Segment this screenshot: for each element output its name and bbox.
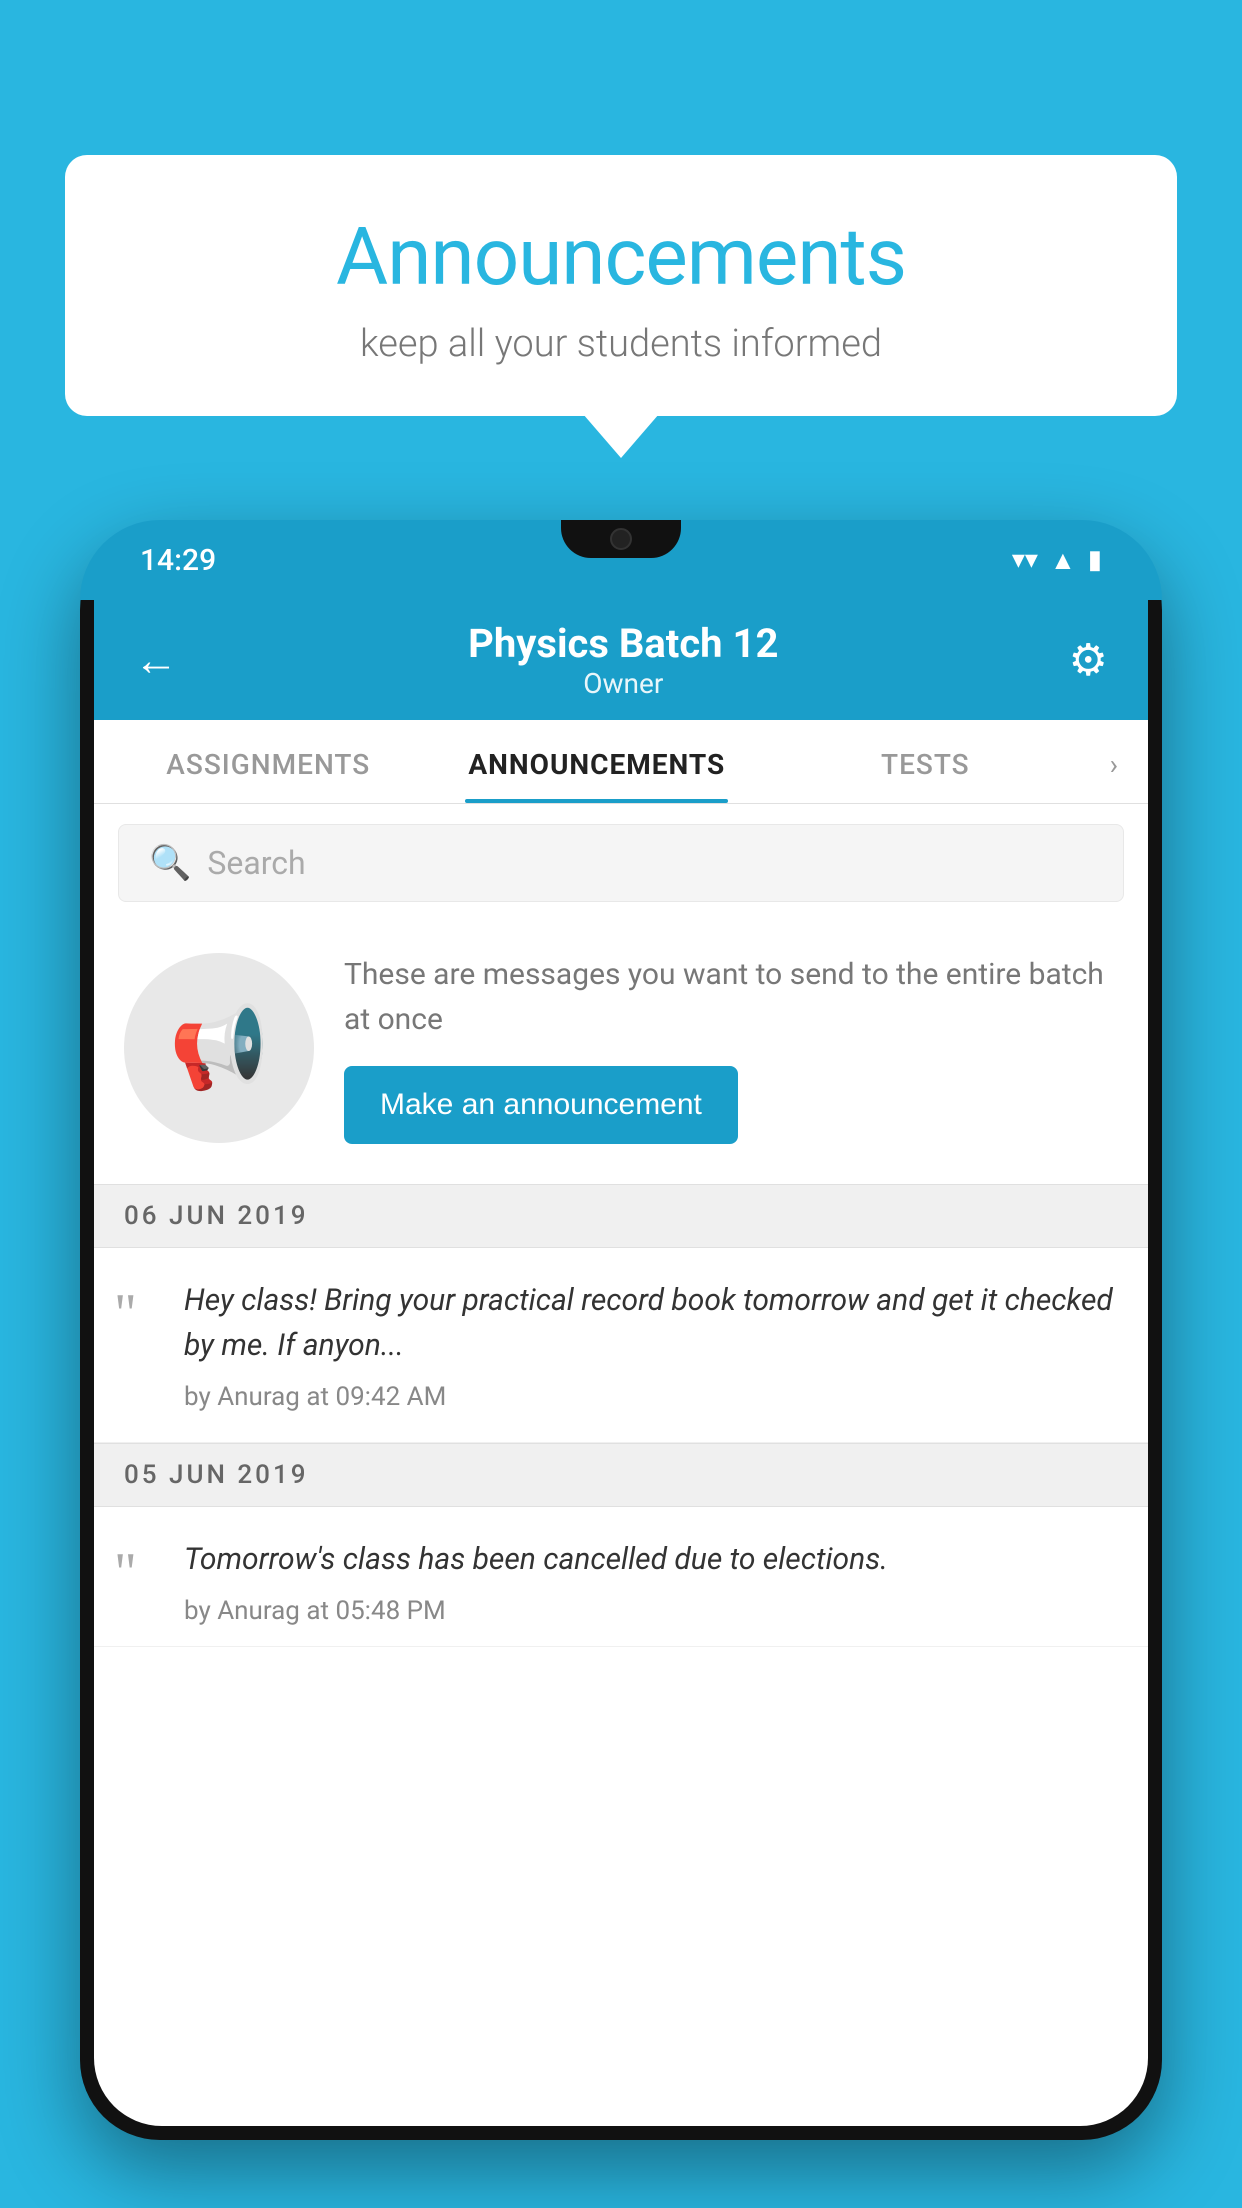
- announcement-promo: 📢 These are messages you want to send to…: [94, 922, 1148, 1184]
- search-icon: 🔍: [149, 843, 191, 883]
- date-separator-2: 05 JUN 2019: [94, 1443, 1148, 1507]
- search-bar[interactable]: 🔍 Search: [118, 824, 1124, 902]
- search-container: 🔍 Search: [94, 804, 1148, 922]
- status-time: 14:29: [140, 543, 216, 578]
- announcement-by-2: by Anurag at 05:48 PM: [184, 1596, 888, 1626]
- promo-icon-circle: 📢: [124, 953, 314, 1143]
- search-placeholder: Search: [207, 844, 305, 882]
- phone-notch: [561, 520, 681, 558]
- phone-container: 14:29 ▾▾ ▲ ▮ ← Physics Batch 12 Owner ⚙: [80, 520, 1162, 2208]
- quote-icon-2: ": [114, 1545, 164, 1626]
- speech-bubble-container: Announcements keep all your students inf…: [65, 155, 1177, 416]
- wifi-icon: ▾▾: [1012, 545, 1038, 575]
- speech-bubble-subtitle: keep all your students informed: [125, 322, 1117, 366]
- back-button[interactable]: ←: [134, 634, 178, 686]
- tab-announcements[interactable]: ANNOUNCEMENTS: [433, 720, 762, 803]
- header-title-area: Physics Batch 12 Owner: [468, 620, 778, 700]
- battery-icon: ▮: [1088, 545, 1102, 575]
- notch-camera: [610, 528, 632, 550]
- announcement-content-2: Tomorrow's class has been cancelled due …: [184, 1537, 888, 1626]
- tab-more[interactable]: ›: [1090, 720, 1138, 803]
- tabs-bar: ASSIGNMENTS ANNOUNCEMENTS TESTS ›: [94, 720, 1148, 804]
- announcement-item-1: " Hey class! Bring your practical record…: [94, 1248, 1148, 1443]
- announcement-icon: 📢: [169, 1001, 269, 1095]
- status-icons: ▾▾ ▲ ▮: [1012, 545, 1102, 576]
- header-subtitle: Owner: [468, 667, 778, 700]
- speech-bubble: Announcements keep all your students inf…: [65, 155, 1177, 416]
- tab-assignments[interactable]: ASSIGNMENTS: [104, 720, 433, 803]
- promo-content: These are messages you want to send to t…: [344, 952, 1118, 1144]
- tab-tests[interactable]: TESTS: [761, 720, 1090, 803]
- announcement-item-2: " Tomorrow's class has been cancelled du…: [94, 1507, 1148, 1647]
- quote-icon-1: ": [114, 1286, 164, 1412]
- announcement-text-1: Hey class! Bring your practical record b…: [184, 1278, 1118, 1368]
- settings-icon[interactable]: ⚙: [1069, 634, 1108, 686]
- signal-icon: ▲: [1050, 545, 1076, 576]
- announcement-by-1: by Anurag at 09:42 AM: [184, 1382, 1118, 1412]
- app-screen: ← Physics Batch 12 Owner ⚙ ASSIGNMENTS A…: [94, 600, 1148, 2126]
- promo-text: These are messages you want to send to t…: [344, 952, 1118, 1042]
- date-separator-1: 06 JUN 2019: [94, 1184, 1148, 1248]
- app-header: ← Physics Batch 12 Owner ⚙: [94, 600, 1148, 720]
- announcement-text-2: Tomorrow's class has been cancelled due …: [184, 1537, 888, 1582]
- phone: 14:29 ▾▾ ▲ ▮ ← Physics Batch 12 Owner ⚙: [80, 520, 1162, 2140]
- make-announcement-button[interactable]: Make an announcement: [344, 1066, 738, 1144]
- speech-bubble-title: Announcements: [125, 210, 1117, 304]
- header-title: Physics Batch 12: [468, 620, 778, 667]
- status-bar: 14:29 ▾▾ ▲ ▮: [80, 520, 1162, 600]
- announcement-content-1: Hey class! Bring your practical record b…: [184, 1278, 1118, 1412]
